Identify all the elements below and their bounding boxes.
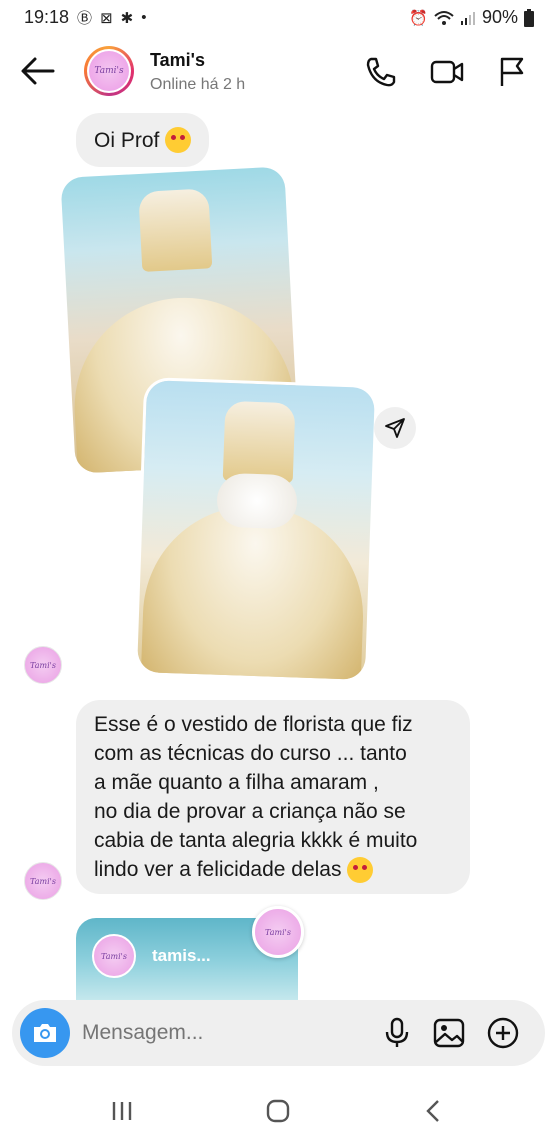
home-icon[interactable] [258,1096,298,1126]
dress-skirt [140,502,367,680]
alarm-icon: ⏰ [409,9,428,27]
contact-status: Online há 2 h [150,76,246,93]
post-username: tamis... [152,946,211,965]
message-input[interactable] [82,1021,362,1045]
wifi-icon [434,10,454,25]
battery-percent: 90% [481,7,518,27]
chat-header: Tami's Tami's Online há 2 h [0,34,556,110]
sender-avatar[interactable]: Tami's [24,862,62,900]
message-line: cabia de tanta alegria kkkk é muito [94,829,418,852]
post-avatar: Tami's [92,934,136,978]
back-arrow-icon[interactable] [20,56,56,86]
add-icon[interactable] [486,1016,520,1050]
message-line: lindo ver a felicidade delas [94,858,342,881]
contact-name[interactable]: Tami's [150,50,205,71]
dress-bodice [222,400,296,484]
message-text: Oi Prof [94,128,160,152]
microphone-icon[interactable] [380,1016,414,1050]
gallery-icon[interactable] [432,1016,466,1050]
heart-eyes-emoji-icon [347,857,374,884]
b-circle-icon: Ⓑ [77,10,93,27]
bug-icon: ✱ [120,9,134,27]
dress-photo-back[interactable] [136,380,376,680]
status-bar: 19:18 Ⓑ ⊠ ✱ • ⏰ 90% [0,0,556,34]
message-bubble[interactable]: Oi Prof [76,113,210,167]
battery-icon [524,8,534,27]
system-nav-bar [0,1080,556,1143]
message-line: no dia de provar a criança não se [94,800,406,823]
avatar-logo: Tami's [89,51,129,91]
video-call-icon[interactable] [430,56,464,88]
back-nav-icon[interactable] [414,1096,454,1126]
smiling-face-with-hearts-icon [165,127,192,153]
send-icon [385,418,405,438]
message-composer [12,1000,545,1066]
camera-icon [34,1024,56,1042]
post-author-badge: Tami's [252,906,304,958]
dress-bow [216,472,298,530]
message-bubble[interactable]: Esse é o vestido de florista que fiz com… [76,700,470,894]
dot-icon: • [141,9,147,26]
dress-bodice [138,188,213,272]
signal-icon [460,11,475,25]
phone-icon[interactable] [364,56,398,88]
share-button[interactable] [374,407,416,449]
avatar[interactable]: Tami's [84,46,134,96]
message-line: Esse é o vestido de florista que fiz [94,713,413,736]
recent-apps-icon[interactable] [102,1096,142,1126]
flag-icon[interactable] [496,56,530,88]
message-line: a mãe quanto a filha amaram , [94,771,379,794]
message-line-last: lindo ver a felicidade delas [94,855,452,884]
sender-avatar[interactable]: Tami's [24,646,62,684]
status-time: 19:18 [24,7,70,27]
camera-button[interactable] [20,1008,70,1058]
message-line: com as técnicas do curso ... tanto [94,742,407,765]
bracket-icon: ⊠ [100,9,113,27]
